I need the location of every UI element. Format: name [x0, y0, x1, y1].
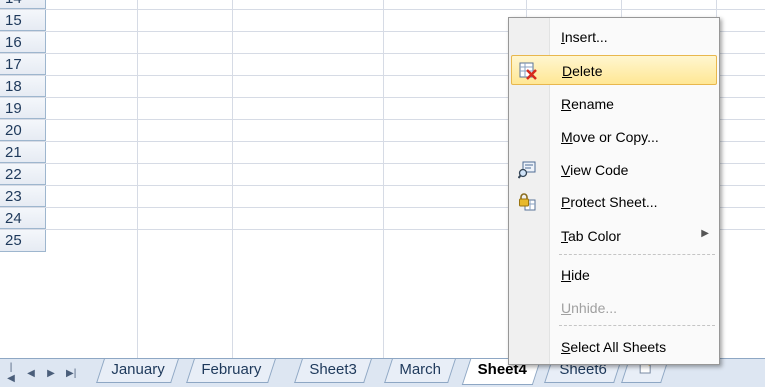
sheet-tab-march[interactable]: March — [384, 359, 456, 383]
menu-item-move-or-copy[interactable]: Move or Copy... — [511, 122, 717, 152]
menu-item-label: Hide — [561, 267, 590, 283]
menu-item-label: Tab Color — [561, 228, 621, 244]
view-code-icon — [517, 161, 536, 179]
row-header[interactable]: 21 — [0, 142, 46, 163]
menu-item-view-code[interactable]: View Code — [511, 155, 717, 185]
previous-sheet-button[interactable]: ◀ — [26, 368, 36, 379]
sheet-tab-label: January — [111, 361, 165, 378]
menu-item-label: Move or Copy... — [561, 129, 659, 145]
sheet-tab-label: March — [399, 361, 442, 378]
menu-item-protect-sheet[interactable]: Protect Sheet... — [511, 187, 717, 217]
submenu-arrow-icon: ▶ — [701, 228, 709, 239]
row-header[interactable]: 16 — [0, 32, 46, 53]
menu-item-insert[interactable]: Insert... — [511, 22, 717, 52]
protect-sheet-icon — [518, 193, 536, 211]
menu-separator — [559, 325, 715, 326]
sheet-tab-label: Sheet3 — [309, 361, 357, 378]
row-header[interactable]: 23 — [0, 186, 46, 207]
sheet-tab-label: February — [201, 361, 262, 378]
row-header[interactable]: 25 — [0, 230, 46, 252]
menu-item-delete[interactable]: Delete — [511, 55, 717, 85]
row-header[interactable]: 24 — [0, 208, 46, 229]
last-sheet-button[interactable]: ▶| — [66, 368, 76, 379]
sheet-tab-january[interactable]: January — [96, 359, 180, 383]
sheet-nav-buttons: |◀ ◀ ▶ ▶| — [6, 361, 76, 385]
menu-item-label: Protect Sheet... — [561, 194, 658, 210]
menu-item-select-all-sheets[interactable]: Select All Sheets — [511, 332, 717, 362]
menu-item-label: View Code — [561, 162, 629, 178]
row-header[interactable]: 17 — [0, 54, 46, 75]
row-header[interactable]: 19 — [0, 98, 46, 119]
row-header[interactable]: 15 — [0, 10, 46, 31]
next-sheet-button[interactable]: ▶ — [46, 368, 56, 379]
menu-item-rename[interactable]: Rename — [511, 89, 717, 119]
menu-item-label: Rename — [561, 96, 614, 112]
menu-separator — [559, 254, 715, 255]
row-header[interactable]: 18 — [0, 76, 46, 97]
menu-item-label: Unhide... — [561, 300, 618, 316]
menu-item-unhide: Unhide... — [511, 293, 717, 323]
row-header[interactable]: 14 — [0, 0, 46, 9]
sheet-tab-sheet3[interactable]: Sheet3 — [294, 359, 372, 383]
menu-item-label: Delete — [562, 63, 603, 79]
menu-item-hide[interactable]: Hide — [511, 260, 717, 290]
menu-item-tab-color[interactable]: Tab Color ▶ — [511, 221, 717, 251]
menu-item-label: Select All Sheets — [561, 339, 667, 355]
sheet-tab-february[interactable]: February — [186, 359, 276, 383]
sheet-row[interactable]: 14 — [0, 0, 765, 10]
row-header[interactable]: 22 — [0, 164, 46, 185]
row-header[interactable]: 20 — [0, 120, 46, 141]
delete-sheet-icon — [519, 62, 537, 80]
first-sheet-button[interactable]: |◀ — [6, 362, 16, 384]
menu-item-label: Insert... — [561, 29, 608, 45]
sheet-tab-context-menu: Insert... Delete Rename Move or Copy... — [508, 17, 720, 365]
